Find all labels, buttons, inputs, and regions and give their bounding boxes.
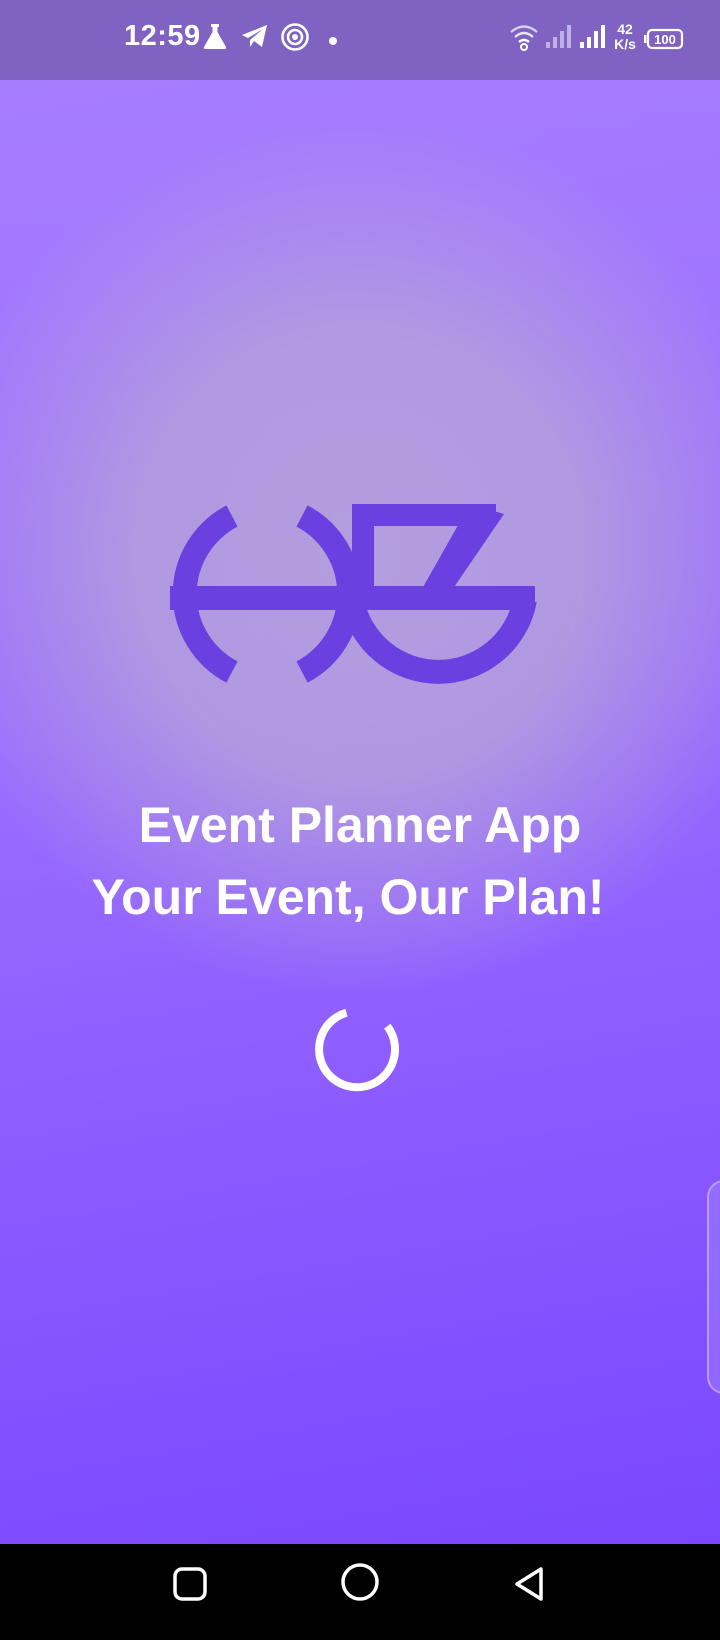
telegram-icon [242, 25, 267, 47]
navigation-bar [0, 1544, 720, 1640]
target-icon [281, 23, 309, 51]
splash-screen: 12:59 42 K/s 100 Event Planner App Your … [0, 0, 720, 1544]
status-time: 12:59 [124, 20, 201, 52]
signal-sim1-icon [546, 25, 571, 48]
loading-spinner-icon [315, 1008, 400, 1092]
network-speed-unit: K/s [614, 36, 636, 52]
recents-square-icon[interactable] [172, 1566, 208, 1602]
edge-panel-handle[interactable] [707, 1180, 720, 1394]
notification-dot-icon [329, 37, 337, 45]
home-circle-icon[interactable] [340, 1562, 380, 1602]
back-triangle-icon[interactable] [512, 1566, 548, 1602]
battery-icon: 100 [644, 28, 684, 50]
app-tagline: Your Event, Our Plan! [91, 869, 605, 925]
signal-sim2-icon [580, 25, 605, 48]
battery-level: 100 [654, 32, 676, 47]
app-title: Event Planner App [138, 797, 582, 853]
lab-flask-icon [203, 24, 227, 49]
event-planner-logo [170, 504, 537, 684]
network-speed-value: 42 [617, 21, 633, 37]
status-bar: 12:59 42 K/s 100 [0, 0, 720, 80]
network-speed: 42 K/s [610, 22, 640, 52]
wifi-icon [510, 25, 538, 51]
